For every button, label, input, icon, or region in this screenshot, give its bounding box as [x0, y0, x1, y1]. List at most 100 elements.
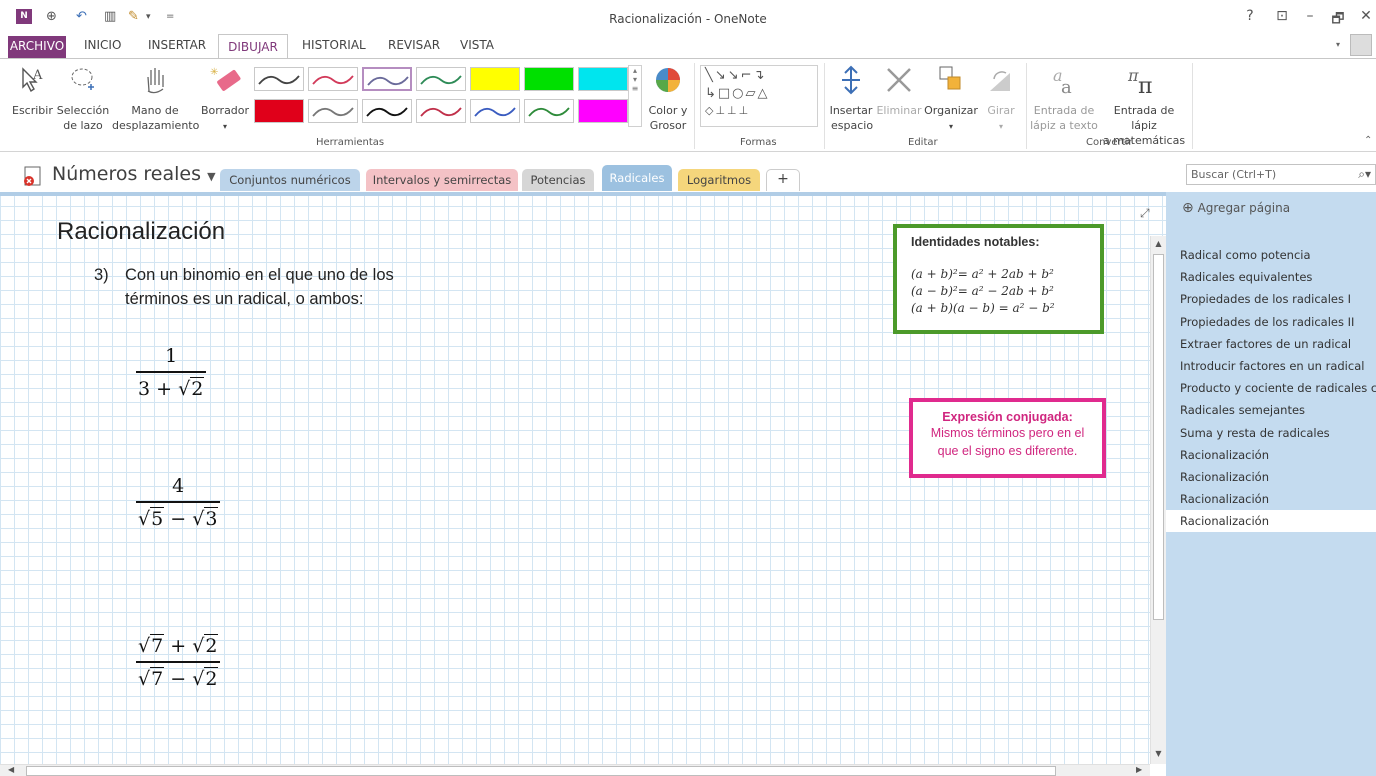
group-label-edit: Editar [908, 137, 938, 148]
tab-revisar[interactable]: REVISAR [388, 38, 440, 52]
arrange-dropdown-icon[interactable]: ▾ [949, 122, 953, 131]
ink-to-text-button[interactable]: aa Entrada de lápiz a texto [1030, 65, 1098, 133]
color-thickness-button[interactable]: Color y Grosor [646, 65, 690, 133]
horizontal-scroll-thumb[interactable] [26, 766, 1056, 776]
pen-swatch[interactable] [254, 99, 304, 123]
tab-archivo[interactable]: ARCHIVO [8, 36, 66, 58]
identities-box[interactable]: Identidades notables: (a + b)²= a² + 2ab… [893, 224, 1104, 334]
search-icon[interactable]: ⌕▾ [1358, 167, 1371, 182]
pan-button[interactable]: Mano de desplazamiento [112, 65, 199, 133]
pen-swatch[interactable] [308, 99, 358, 123]
pen-swatch[interactable] [578, 67, 628, 91]
section-tab[interactable]: Conjuntos numéricos [220, 169, 360, 191]
page-list-item[interactable]: Radical como potencia [1166, 244, 1376, 266]
user-avatar[interactable] [1350, 34, 1372, 56]
eraser-button[interactable]: ✳ Borrador ▾ [200, 65, 250, 134]
tab-insertar[interactable]: INSERTAR [148, 38, 206, 52]
hand-icon [112, 65, 198, 99]
write-button[interactable]: A Escribir [12, 65, 53, 118]
page-canvas[interactable]: Racionalización 3) Con un binomio en el … [0, 192, 1166, 764]
pen-swatch[interactable] [254, 67, 304, 91]
title-bar: N ⊕ ↶ ▥ ✎ ▾ = Racionalización - OneNote … [0, 0, 1376, 34]
minimize-button[interactable]: – [1300, 8, 1320, 24]
tab-dibujar[interactable]: DIBUJAR [218, 34, 288, 59]
ink-to-math-button[interactable]: ππ Entrada de lápiz a matemáticas [1100, 65, 1188, 148]
pen-swatch[interactable] [416, 99, 466, 123]
collapse-ribbon-icon[interactable]: ⌃ [1364, 135, 1372, 146]
ink-to-math-icon: ππ [1100, 65, 1188, 99]
restore-button[interactable]: 🗗 [1328, 8, 1348, 32]
pen-gallery-scroll[interactable]: ▴ ▾ ≡ [628, 65, 642, 127]
notebook-name[interactable]: Números reales ▼ [52, 163, 216, 185]
horizontal-scrollbar[interactable]: ◀ ▶ [0, 764, 1150, 776]
pen-swatch[interactable] [362, 99, 412, 123]
rotate-icon [982, 65, 1020, 99]
pen-swatch[interactable] [470, 99, 520, 123]
pages-list: Radical como potencia Radicales equivalen… [1166, 244, 1376, 533]
rotate-dropdown-icon[interactable]: ▾ [999, 122, 1003, 131]
search-input[interactable]: Buscar (Ctrl+T) ⌕▾ [1186, 164, 1376, 185]
pen-swatch[interactable] [308, 67, 358, 91]
scroll-down-icon[interactable]: ▼ [1153, 748, 1164, 760]
notebook-sync-error-icon[interactable] [22, 166, 42, 186]
insert-space-button[interactable]: Insertar espacio [828, 65, 874, 133]
notebook-dropdown-icon[interactable]: ▼ [207, 170, 215, 183]
conjugate-line-1: Mismos términos pero en el [930, 426, 1085, 440]
scroll-right-icon[interactable]: ▶ [1136, 765, 1142, 774]
page-list-item[interactable]: Racionalización [1166, 510, 1376, 533]
page-list-item[interactable]: Racionalización [1166, 466, 1376, 488]
page-list-item[interactable]: Propiedades de los radicales II [1166, 311, 1376, 333]
page-list-item[interactable]: Suma y resta de radicales [1166, 422, 1376, 444]
close-button[interactable]: ✕ [1356, 8, 1376, 24]
separator [1026, 63, 1027, 149]
sqrt-symbol: √2 [178, 376, 205, 400]
expand-page-icon[interactable]: ⤢ [1140, 206, 1150, 221]
page-list-item[interactable]: Racionalización [1166, 444, 1376, 466]
tab-historial[interactable]: HISTORIAL [302, 38, 366, 52]
section-tab[interactable]: Potencias [522, 169, 594, 191]
lasso-select-button[interactable]: Selección de lazo [56, 65, 110, 133]
shapes-gallery[interactable]: ╲↘↘⌐↴ ↳□○▱△ ◇⊥⊥⊥ [700, 65, 818, 127]
rotate-button[interactable]: Girar ▾ [982, 65, 1020, 134]
delete-button[interactable]: Eliminar [876, 65, 922, 118]
help-button[interactable]: ? [1240, 8, 1260, 24]
pen-swatch[interactable] [524, 67, 574, 91]
group-label-tools: Herramientas [316, 137, 385, 148]
add-circle-icon: ⊕ [1182, 200, 1194, 216]
conjugate-box[interactable]: Expresión conjugada: Mismos términos per… [909, 398, 1106, 478]
page-list-item[interactable]: Producto y cociente de radicales c [1166, 377, 1376, 399]
section-tab[interactable]: + [766, 169, 800, 191]
section-tab[interactable]: Intervalos y semirrectas [366, 169, 518, 191]
vertical-scrollbar[interactable]: ▲ ▼ [1150, 236, 1166, 764]
arrange-button[interactable]: Organizar ▾ [924, 65, 978, 134]
page-list-item[interactable]: Introducir factores en un radical [1166, 355, 1376, 377]
pen-swatch[interactable] [578, 99, 628, 123]
eraser-dropdown-icon[interactable]: ▾ [223, 122, 227, 131]
page-list-item[interactable]: Racionalización [1166, 488, 1376, 510]
window-title: Racionalización - OneNote [609, 12, 767, 26]
page-list-item[interactable]: Radicales semejantes [1166, 399, 1376, 421]
pen-swatch[interactable] [470, 67, 520, 91]
scroll-left-icon[interactable]: ◀ [8, 765, 14, 774]
page-list-item[interactable]: Extraer factores de un radical [1166, 333, 1376, 355]
scroll-up-icon[interactable]: ▲ [1153, 238, 1164, 250]
pen-swatch[interactable] [416, 67, 466, 91]
tab-vista[interactable]: VISTA [460, 38, 494, 52]
vertical-scroll-thumb[interactable] [1153, 254, 1164, 620]
graph-shapes-icon[interactable]: ◇⊥⊥⊥ [705, 104, 750, 117]
page-list-item[interactable]: Propiedades de los radicales I [1166, 288, 1376, 310]
fraction-numerator: √7 + √2 [138, 634, 219, 657]
canvas-top-border [0, 192, 1166, 196]
page-title[interactable]: Racionalización [57, 218, 225, 246]
pen-swatch[interactable] [524, 99, 574, 123]
basic-shapes-icon[interactable]: ↳□○▱△ [705, 86, 770, 101]
section-tab[interactable]: Radicales [602, 165, 672, 191]
pen-swatch[interactable] [362, 67, 412, 91]
section-tab[interactable]: Logaritmos [678, 169, 760, 191]
line-shapes-icon[interactable]: ╲↘↘⌐↴ [705, 68, 766, 83]
ribbon-display-icon[interactable]: ⊡ [1272, 8, 1292, 24]
page-list-item[interactable]: Radicales equivalentes [1166, 266, 1376, 288]
account-dropdown-icon[interactable]: ▾ [1336, 40, 1340, 49]
add-page-button[interactable]: ⊕ Agregar página [1182, 200, 1290, 216]
tab-inicio[interactable]: INICIO [84, 38, 121, 52]
